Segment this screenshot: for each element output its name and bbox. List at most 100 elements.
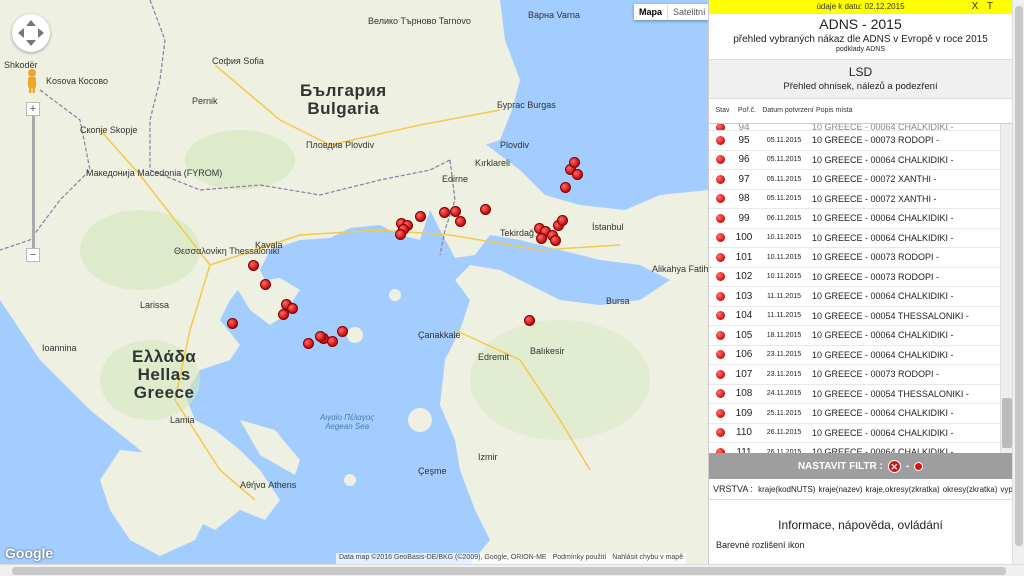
place-label: Alikahya Fatih <box>652 264 708 274</box>
report-error-link[interactable]: Nahlásit chybu v mapě <box>612 554 683 563</box>
layer-option[interactable]: okresy(zkratka) <box>943 485 998 494</box>
table-row[interactable]: 111 26.11.2015 10 GREECE - 00064 CHALKIDIK… <box>709 443 1012 453</box>
outbreak-marker[interactable] <box>556 215 568 227</box>
table-scrollbar[interactable] <box>1000 124 1012 453</box>
outbreak-marker[interactable] <box>260 278 272 290</box>
row-date: 24.11.2015 <box>766 390 802 398</box>
row-date: 25.11.2015 <box>766 409 802 417</box>
zoom-out-button[interactable]: − <box>26 248 40 262</box>
table-row[interactable]: 100 10.11.2015 10 GREECE - 00064 CHALKIDIK… <box>709 229 1012 248</box>
outbreak-marker[interactable] <box>438 207 450 219</box>
status-dot-icon <box>716 252 725 262</box>
attribution-text: Data map ©2016 GeoBasis-DE/BKG (©2009), … <box>339 554 547 561</box>
zoom-in-button[interactable]: + <box>26 102 40 116</box>
map-type-map-button[interactable]: Mapa <box>634 4 669 20</box>
sea-label-line: Aegean Sea <box>325 422 370 431</box>
row-date: 05.11.2015 <box>766 175 802 183</box>
table-row[interactable]: 95 05.11.2015 10 GREECE - 00073 RODOPI - <box>709 131 1012 151</box>
table-row[interactable]: 105 18.11.2015 10 GREECE - 00064 CHALKIDIK… <box>709 326 1012 346</box>
street-view-pegman-icon[interactable] <box>25 68 39 94</box>
table-row[interactable]: 98 05.11.2015 10 GREECE - 00072 XANTHI - <box>709 190 1012 209</box>
table-header: Stav Poř.č. Datum potvrzení Popis místa <box>709 99 1012 123</box>
place-label: Balıkesir <box>530 346 565 356</box>
table-row[interactable]: 103 11.11.2015 10 GREECE - 00064 CHALKIDIK… <box>709 287 1012 307</box>
panel-subtitle: přehled vybraných nákaz dle ADNS v Evrop… <box>733 34 988 45</box>
layer-label: VRSTVA : <box>713 484 753 494</box>
zoom-slider-track[interactable] <box>31 116 35 248</box>
island-lemnos <box>347 327 363 343</box>
table-row[interactable]: 108 24.11.2015 10 GREECE - 00054 THESSALON… <box>709 385 1012 404</box>
table-scrollbar-thumb[interactable] <box>1002 398 1012 448</box>
row-date: 26.11.2015 <box>766 429 802 437</box>
table-row[interactable]: 106 23.11.2015 10 GREECE - 00064 CHALKIDIK… <box>709 346 1012 365</box>
outbreak-marker[interactable] <box>326 335 338 347</box>
layer-selector: VRSTVA : kraje(kodNUTS) kraje(nazev) kraje… <box>709 479 1012 500</box>
row-description: 10 GREECE - 00054 THESSALONIKI - <box>812 388 969 399</box>
outbreak-marker[interactable] <box>248 259 260 271</box>
outbreak-marker[interactable] <box>535 232 547 244</box>
zoom-control: + − <box>26 102 40 262</box>
row-description: 10 GREECE - 00064 CHALKIDIKI - <box>812 349 954 360</box>
outbreak-marker[interactable] <box>287 302 299 314</box>
info-panel: údaje k datu: 02.12.2015 X T ADNS - 2015… <box>708 0 1012 564</box>
row-date: 10.11.2015 <box>766 234 802 242</box>
terms-link[interactable]: Podmínky použití <box>553 554 607 563</box>
map-canvas[interactable]: София Sofia Пловдив Plovdiv Велико Търново… <box>0 0 708 564</box>
row-description: 10 GREECE - 00064 CHALKIDIKI - <box>812 427 954 438</box>
table-row[interactable]: 107 23.11.2015 10 GREECE - 00073 RODOPI - <box>709 365 1012 385</box>
outbreak-marker[interactable] <box>302 338 314 350</box>
table-row[interactable]: 97 05.11.2015 10 GREECE - 00072 XANTHI - <box>709 170 1012 190</box>
row-number: 98 <box>738 193 750 205</box>
row-description: 10 GREECE - 00073 RODOPI - <box>812 271 940 282</box>
row-date: 23.11.2015 <box>766 351 802 359</box>
status-dot-icon <box>716 428 725 438</box>
layer-option[interactable]: kraje,okresy(zkratka) <box>865 485 939 494</box>
page-horizontal-scrollbar[interactable] <box>0 564 1024 576</box>
row-number: 100 <box>735 232 753 244</box>
place-label: Варна Varna <box>528 10 580 20</box>
status-dot-icon <box>716 447 725 453</box>
layer-option[interactable]: kraje(kodNUTS) <box>758 485 815 494</box>
table-row[interactable]: 110 26.11.2015 10 GREECE - 00064 CHALKIDIK… <box>709 424 1012 443</box>
outbreak-marker[interactable] <box>559 182 571 194</box>
map-type-satellite-button[interactable]: Satelitní <box>668 4 708 20</box>
row-description: 10 GREECE - 00064 CHALKIDIKI - <box>812 408 954 419</box>
page-horizontal-scrollbar-thumb[interactable] <box>12 567 1006 575</box>
status-dot-icon <box>716 330 725 340</box>
place-label: Македонија Macedonia (FYROM) <box>86 168 223 178</box>
row-description: 10 GREECE - 00073 RODOPI - <box>812 252 940 263</box>
layer-option[interactable]: kraje(nazev) <box>818 485 862 494</box>
row-date: 05.11.2015 <box>766 195 802 203</box>
table-row[interactable]: 102 10.11.2015 10 GREECE - 00073 RODOPI - <box>709 268 1012 287</box>
panel-xt-controls[interactable]: X T <box>972 0 996 14</box>
layer-option[interactable]: vypnout <box>1000 485 1012 494</box>
row-number: 106 <box>735 349 753 361</box>
outbreak-table[interactable]: 94 10 GREECE - 00064 CHALKIDIKI - 95 05.11.… <box>709 123 1012 453</box>
page-vertical-scrollbar-thumb[interactable] <box>1015 6 1023 546</box>
table-row[interactable]: 101 10.11.2015 10 GREECE - 00073 RODOPI - <box>709 248 1012 268</box>
place-label: Edirne <box>442 174 469 184</box>
outbreak-marker[interactable] <box>227 317 239 329</box>
table-row[interactable]: 99 06.11.2015 10 GREECE - 00064 CHALKIDIKI… <box>709 209 1012 229</box>
outbreak-marker[interactable] <box>315 330 327 342</box>
outbreak-marker[interactable] <box>336 325 348 337</box>
place-label: Tekirdağ <box>500 228 535 238</box>
outbreak-marker[interactable] <box>480 203 492 215</box>
icon-legend-title: Barevné rozlišení ikon <box>716 540 805 550</box>
status-dot-icon <box>716 350 725 360</box>
row-number: 110 <box>736 427 752 439</box>
clear-filter-icon[interactable]: ✕ <box>887 459 901 473</box>
row-date: 06.11.2015 <box>766 214 802 222</box>
outbreak-marker[interactable] <box>394 229 406 241</box>
filter-marker-icon[interactable] <box>914 461 924 471</box>
table-row[interactable]: 94 10 GREECE - 00064 CHALKIDIKI - <box>709 124 1012 131</box>
table-row[interactable]: 96 05.11.2015 10 GREECE - 00064 CHALKIDIKI… <box>709 151 1012 170</box>
table-row[interactable]: 109 25.11.2015 10 GREECE - 00064 CHALKIDIK… <box>709 404 1012 424</box>
status-dot-icon <box>716 194 725 204</box>
pan-control[interactable] <box>12 14 50 52</box>
row-number: 102 <box>735 271 753 283</box>
help-heading[interactable]: Informace, nápověda, ovládání <box>709 518 1012 532</box>
status-dot-icon <box>716 369 725 379</box>
page-vertical-scrollbar[interactable] <box>1012 0 1024 564</box>
table-row[interactable]: 104 11.11.2015 10 GREECE - 00054 THESSALON… <box>709 307 1012 326</box>
